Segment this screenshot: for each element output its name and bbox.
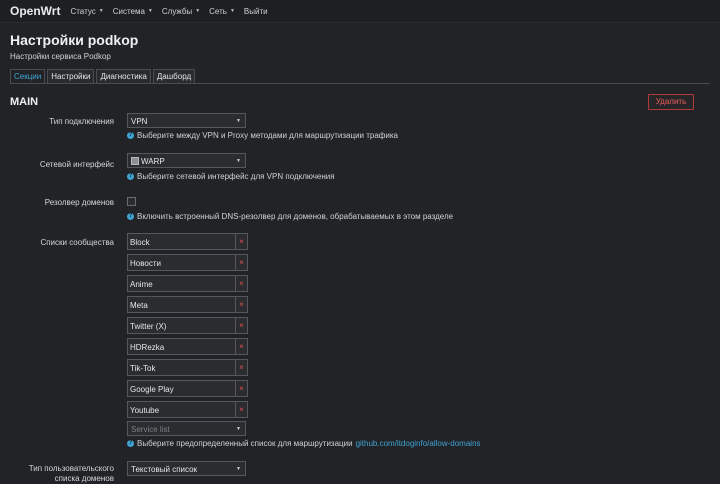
list-item: Anime [127,275,236,292]
connection-type-value: VPN [131,117,148,126]
custom-domain-type-select[interactable]: Текстовый список ▼ [127,461,246,476]
chevron-down-icon: ▼ [236,158,241,164]
page-title: Настройки podkop [10,32,139,48]
tab-dashboard[interactable]: Дашборд [152,69,196,83]
remove-icon[interactable]: × [236,254,248,271]
tab-sections[interactable]: Секции [10,69,46,84]
nav-services-label: Службы [161,6,193,16]
list-item: Новости [127,254,236,271]
custom-domain-type-label: Тип пользовательского списка доменов [29,464,114,484]
connection-type-select[interactable]: VPN ▼ [127,113,246,128]
chevron-down-icon: ▼ [236,118,241,124]
nav-system[interactable]: Система ▼ [113,7,153,16]
nav-services[interactable]: Службы ▼ [162,7,200,16]
network-interface-label: Сетевой интерфейс [39,160,114,169]
network-interface-icon [131,157,139,165]
remove-icon[interactable]: × [236,359,248,376]
tab-diagnostics[interactable]: Диагностика [96,69,151,83]
network-interface-select[interactable]: WARP ▼ [127,153,246,168]
chevron-down-icon: ▼ [147,8,153,14]
nav-network[interactable]: Сеть ▼ [209,7,235,16]
delete-section-button[interactable]: Удалить [648,94,694,110]
chevron-down-icon: ▼ [98,8,104,14]
list-item: Google Play [127,380,236,397]
list-item: HDRezka [127,338,236,355]
list-item: Meta [127,296,236,313]
custom-domain-type-label-line1: Тип пользовательского [28,464,114,473]
connection-type-hint-text: Выберите между VPN и Proxy методами для … [137,131,398,140]
top-navbar: OpenWrt Статус ▼ Система ▼ Службы ▼ Сеть ▼ В… [0,0,720,23]
nav-status[interactable]: Статус ▼ [70,7,103,16]
nav-logout-label: Выйти [243,6,268,16]
remove-icon[interactable]: × [236,401,248,418]
help-icon: ? [127,213,134,220]
nav-system-label: Система [112,6,145,16]
list-item: Block [127,233,236,250]
tab-divider [10,83,710,84]
chevron-down-icon: ▼ [236,426,241,432]
remove-icon[interactable]: × [236,380,248,397]
chevron-down-icon: ▼ [195,8,201,14]
tab-bar: Секции Настройки Диагностика Дашборд [10,69,197,84]
domain-resolver-hint: ? Включить встроенный DNS-резолвер для д… [127,212,453,221]
nav-status-label: Статус [70,6,96,16]
list-item: Twitter (X) [127,317,236,334]
community-lists-label: Списки сообщества [40,238,114,247]
custom-domain-type-value: Текстовый список [131,465,198,474]
nav-logout[interactable]: Выйти [244,7,268,16]
domain-resolver-checkbox[interactable] [127,197,136,206]
section-title: MAIN [10,96,39,108]
nav-network-label: Сеть [209,6,227,16]
domain-resolver-label: Резолвер доменов [44,198,114,207]
connection-type-hint: ? Выберите между VPN и Proxy методами дл… [127,131,398,140]
list-item: Youtube [127,401,236,418]
allow-domains-link[interactable]: github.com/itdoginfo/allow-domains [356,439,481,448]
service-list-placeholder: Service list [131,425,170,434]
page-subtitle: Настройки сервиса Podkop [10,52,111,61]
chevron-down-icon: ▼ [229,8,235,14]
remove-icon[interactable]: × [236,296,248,313]
chevron-down-icon: ▼ [236,466,241,472]
connection-type-label: Тип подключения [49,117,114,126]
tab-settings[interactable]: Настройки [47,69,95,83]
remove-icon[interactable]: × [236,275,248,292]
network-interface-hint-text: Выберите сетевой интерфейс для VPN подкл… [137,172,335,181]
help-icon: ? [127,440,134,447]
domain-resolver-hint-text: Включить встроенный DNS-резолвер для дом… [137,212,454,221]
remove-icon[interactable]: × [236,233,248,250]
brand-logo[interactable]: OpenWrt [10,4,60,18]
list-item: Tik-Tok [127,359,236,376]
custom-domain-type-label-line2: списка доменов [54,474,114,483]
help-icon: ? [127,132,134,139]
community-lists-hint: ? Выберите предопределенный список для м… [127,439,481,448]
remove-icon[interactable]: × [236,317,248,334]
network-interface-value: WARP [141,157,165,166]
network-interface-hint: ? Выберите сетевой интерфейс для VPN под… [127,172,335,181]
community-lists-hint-text: Выберите предопределенный список для мар… [137,439,353,448]
service-list-select[interactable]: Service list ▼ [127,421,246,436]
help-icon: ? [127,173,134,180]
remove-icon[interactable]: × [236,338,248,355]
